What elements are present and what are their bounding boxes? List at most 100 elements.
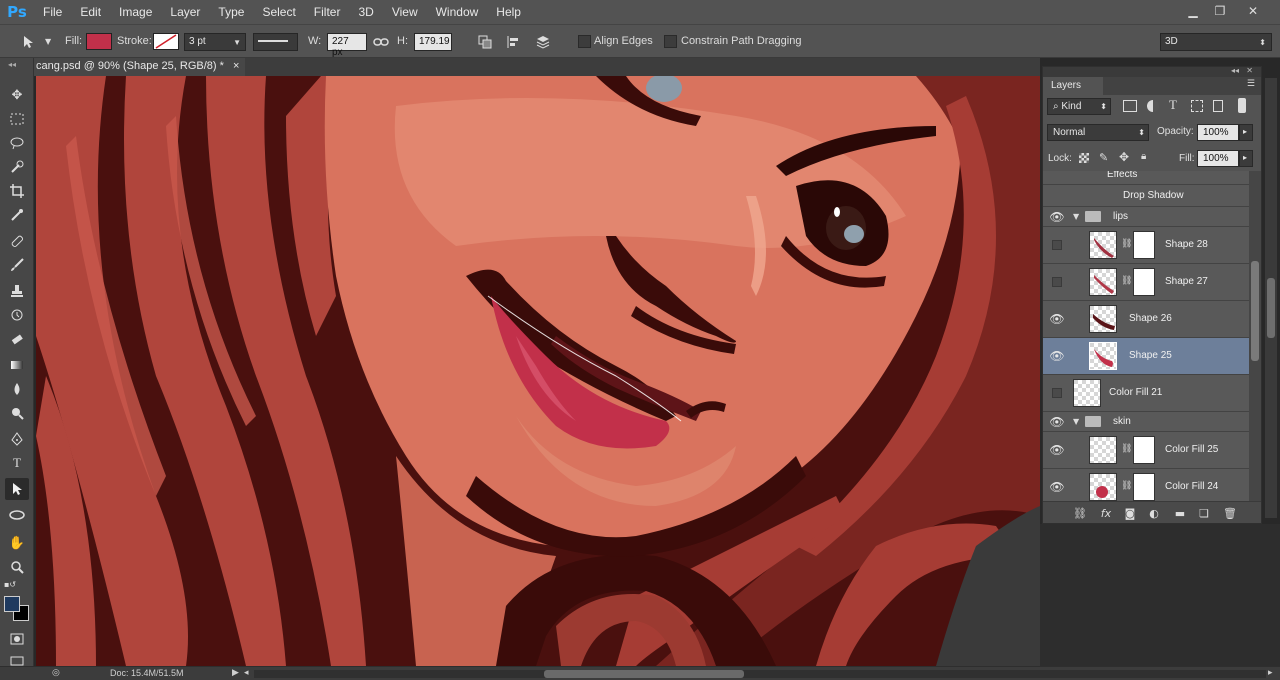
eye-icon[interactable]: 👁︎: [1049, 210, 1065, 224]
menu-3d[interactable]: 3D: [349, 5, 382, 19]
blend-mode-select[interactable]: Normal ⬍: [1047, 124, 1149, 141]
layer-shape-26[interactable]: 👁︎ Shape 26: [1043, 301, 1249, 338]
new-group-icon[interactable]: ▬: [1171, 506, 1189, 520]
visibility-toggle-off[interactable]: [1052, 240, 1062, 250]
menu-view[interactable]: View: [383, 5, 427, 19]
stroke-width-field[interactable]: 3 pt ▼: [184, 33, 246, 51]
menu-select[interactable]: Select: [253, 5, 304, 19]
layer-shape-27[interactable]: ⛓ Shape 27: [1043, 264, 1249, 301]
zoom-tool-icon[interactable]: [5, 556, 29, 578]
layer-group-skin[interactable]: 👁︎ ▼ skin: [1043, 412, 1249, 432]
foreground-color-swatch[interactable]: [4, 596, 20, 612]
layer-color-fill-21[interactable]: Color Fill 21: [1043, 375, 1249, 412]
link-icon[interactable]: [371, 33, 391, 51]
layers-tab[interactable]: Layers: [1043, 77, 1103, 95]
close-panel-icon[interactable]: ✕: [1246, 66, 1253, 75]
stroke-type-select[interactable]: [253, 33, 298, 51]
close-window-button[interactable]: ✕: [1240, 2, 1266, 20]
status-arrow-icon[interactable]: ▶: [232, 667, 239, 678]
add-mask-icon[interactable]: ◙: [1121, 506, 1139, 520]
workspace-select[interactable]: 3D ⬍: [1160, 33, 1272, 51]
status-menu-icon[interactable]: ◎: [52, 667, 60, 678]
constrain-path-checkbox[interactable]: [664, 35, 677, 48]
brush-tool-icon[interactable]: [5, 254, 29, 276]
layer-effect-drop-shadow[interactable]: Drop Shadow: [1043, 185, 1249, 207]
layer-effects-row[interactable]: Effects: [1043, 171, 1249, 185]
horizontal-scrollbar-thumb[interactable]: [544, 670, 744, 678]
panel-menu-icon[interactable]: ☰: [1247, 79, 1255, 89]
fx-icon[interactable]: fx: [1097, 506, 1115, 520]
menu-type[interactable]: Type: [209, 5, 253, 19]
filter-kind-select[interactable]: ⌕ Kind ⬍: [1047, 98, 1111, 115]
gradient-tool-icon[interactable]: [5, 354, 29, 376]
fill-opacity-dropdown[interactable]: ▸: [1239, 150, 1253, 167]
chevron-down-icon[interactable]: ▼: [45, 37, 51, 46]
ellipse-tool-icon[interactable]: [5, 504, 29, 526]
lock-all-icon[interactable]: 🔒︎: [1141, 151, 1146, 162]
opacity-field[interactable]: 100%: [1197, 124, 1239, 141]
dodge-tool-icon[interactable]: [5, 402, 29, 424]
move-tool-icon[interactable]: ✥: [5, 84, 29, 106]
pen-tool-icon[interactable]: [5, 428, 29, 450]
path-alignment-icon[interactable]: [503, 33, 523, 51]
history-brush-tool-icon[interactable]: [5, 304, 29, 326]
panel-dock-scrollbar[interactable]: [1265, 78, 1277, 518]
scroll-right-icon[interactable]: ▸: [1268, 667, 1273, 678]
eye-icon[interactable]: 👁︎: [1049, 349, 1065, 363]
menu-layer[interactable]: Layer: [161, 5, 209, 19]
hand-tool-icon[interactable]: ✋: [5, 532, 29, 554]
stroke-color-swatch[interactable]: [153, 33, 179, 50]
layer-color-fill-25[interactable]: 👁︎ ⛓ Color Fill 25: [1043, 432, 1249, 469]
layer-color-fill-24[interactable]: 👁︎ ⛓ Color Fill 24: [1043, 469, 1249, 501]
fill-opacity-field[interactable]: 100%: [1197, 150, 1239, 167]
menu-help[interactable]: Help: [487, 5, 530, 19]
eye-icon[interactable]: 👁︎: [1049, 480, 1065, 494]
eye-icon[interactable]: 👁︎: [1049, 415, 1065, 429]
marquee-tool-icon[interactable]: [5, 108, 29, 130]
document-canvas[interactable]: [36, 76, 1040, 666]
type-filter-icon[interactable]: T: [1169, 97, 1177, 113]
height-field[interactable]: 179.19: [414, 33, 452, 51]
layer-mask-thumbnail[interactable]: [1133, 231, 1155, 259]
panel-dock-scrollbar-thumb[interactable]: [1267, 278, 1275, 338]
pixel-filter-icon[interactable]: [1123, 100, 1137, 112]
layer-mask-thumbnail[interactable]: [1133, 436, 1155, 464]
width-field[interactable]: 227 px: [327, 33, 367, 58]
lock-image-icon[interactable]: ✎: [1099, 151, 1108, 164]
adjustment-filter-icon[interactable]: [1147, 100, 1159, 112]
filter-toggle-icon[interactable]: [1238, 98, 1246, 113]
lock-transparent-icon[interactable]: [1079, 153, 1089, 163]
opacity-dropdown[interactable]: ▸: [1239, 124, 1253, 141]
visibility-toggle-off[interactable]: [1052, 388, 1062, 398]
horizontal-scrollbar[interactable]: [254, 670, 1266, 678]
shape-filter-icon[interactable]: [1191, 100, 1203, 112]
menu-edit[interactable]: Edit: [71, 5, 110, 19]
eye-icon[interactable]: 👁︎: [1049, 312, 1065, 326]
blur-tool-icon[interactable]: [5, 378, 29, 400]
clone-stamp-tool-icon[interactable]: [5, 280, 29, 302]
layer-mask-thumbnail[interactable]: [1133, 473, 1155, 501]
smart-object-filter-icon[interactable]: [1213, 100, 1223, 112]
link-layers-icon[interactable]: ⛓: [1071, 506, 1089, 520]
lasso-tool-icon[interactable]: [5, 132, 29, 154]
eraser-tool-icon[interactable]: [5, 328, 29, 350]
menu-window[interactable]: Window: [427, 5, 488, 19]
menu-file[interactable]: File: [34, 5, 71, 19]
align-edges-checkbox[interactable]: [578, 35, 591, 48]
layers-scrollbar[interactable]: [1249, 171, 1261, 501]
path-selection-tool-icon[interactable]: [5, 478, 29, 500]
layer-mask-thumbnail[interactable]: [1133, 268, 1155, 296]
path-arrangement-icon[interactable]: [533, 33, 553, 51]
document-tab[interactable]: cang.psd @ 90% (Shape 25, RGB/8) * ×: [34, 58, 246, 76]
layer-shape-25[interactable]: 👁︎ Shape 25: [1043, 338, 1249, 375]
path-operations-icon[interactable]: [475, 33, 495, 51]
trash-icon[interactable]: 🗑︎: [1221, 506, 1239, 520]
restore-button[interactable]: ❐: [1207, 2, 1233, 20]
type-tool-icon[interactable]: T: [5, 452, 29, 474]
healing-brush-tool-icon[interactable]: [5, 230, 29, 252]
crop-tool-icon[interactable]: [5, 180, 29, 202]
adjustment-layer-icon[interactable]: ◐: [1145, 506, 1163, 520]
path-selection-tool-preset[interactable]: [18, 33, 38, 51]
layers-scrollbar-thumb[interactable]: [1251, 261, 1259, 361]
menu-filter[interactable]: Filter: [305, 5, 350, 19]
